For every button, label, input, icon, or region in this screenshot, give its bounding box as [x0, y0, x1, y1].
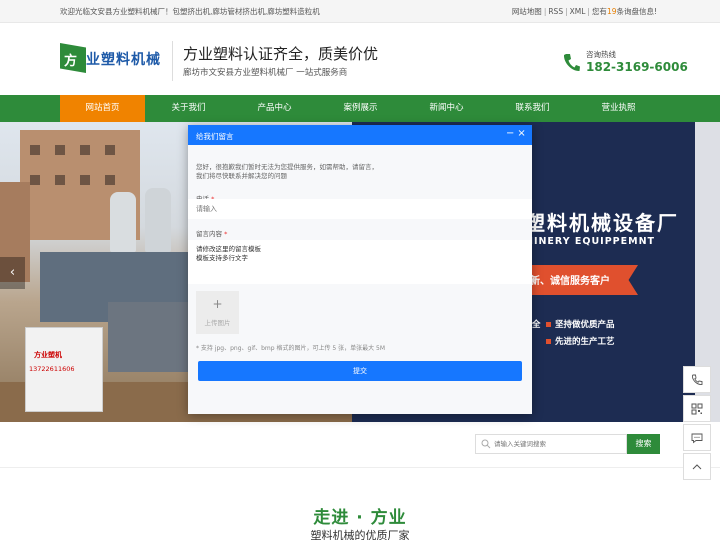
- dialog-header: 给我们留言 −×: [188, 125, 532, 145]
- cabinet-tel: 13722611606: [29, 365, 75, 373]
- logo[interactable]: 方 业塑料机械: [60, 43, 160, 73]
- banner-title: 塑料机械设备厂: [525, 211, 679, 235]
- nav-item-contact[interactable]: 联系我们: [490, 95, 575, 122]
- dialog-controls: −×: [506, 128, 529, 139]
- search-bar: 搜索: [0, 422, 720, 468]
- rss-link[interactable]: RSS: [548, 7, 563, 16]
- upload-image-button[interactable]: + 上传图片: [196, 291, 239, 334]
- minimize-button[interactable]: −: [506, 128, 517, 139]
- search-button[interactable]: 搜索: [627, 434, 660, 454]
- banner-feature-1: 坚持做优质产品: [546, 318, 615, 330]
- main-nav: 网站首页 关于我们 产品中心 案例展示 新闻中心 联系我们 营业执照: [0, 95, 720, 122]
- side-top-button[interactable]: [683, 453, 711, 480]
- banner-cabinet: 方业塑机 13722611606: [25, 327, 103, 412]
- banner-en-title: HINERY EQUIPPEMNT: [525, 236, 656, 247]
- top-bar: 欢迎光临文安县方业塑料机械厂！包塑挤出机,廊坊管材挤出机,廊坊塑料造粒机 网站地…: [0, 0, 720, 23]
- nav-item-home[interactable]: 网站首页: [60, 95, 145, 122]
- banner-hopper: [145, 188, 171, 252]
- message-label: 留言内容 *: [196, 230, 228, 238]
- logo-mark-text: 方: [64, 54, 78, 69]
- upload-hint: * 支持 jpg、png、gif、bmp 格式的图片，可上传 5 张，单张最大 …: [196, 345, 386, 352]
- welcome-text: 欢迎光临文安县方业塑料机械厂！包塑挤出机,廊坊管材挤出机,廊坊塑料造粒机: [60, 7, 320, 16]
- logo-name: 业塑料机械: [86, 52, 161, 68]
- plus-icon: +: [212, 297, 223, 311]
- qrcode-icon: [691, 403, 703, 414]
- banner-hopper: [110, 192, 136, 252]
- inquiry-suffix: 条询盘信息!: [616, 7, 657, 16]
- header: 方 业塑料机械 方业塑料认证齐全，质美价优 廊坊市文安县方业塑料机械厂 一站式服…: [0, 23, 720, 95]
- banner-feature-partial: 全: [532, 320, 541, 330]
- chat-icon: [691, 433, 703, 443]
- phone-field[interactable]: [188, 199, 532, 219]
- intro-line-2: 我们将尽快联系并解决您的问题: [196, 172, 287, 180]
- phone-icon: [692, 374, 703, 385]
- hotline-icon: [563, 54, 580, 72]
- message-field[interactable]: 请修改这里的留言模板 模板支持多行文字: [188, 240, 532, 284]
- search-icon: [481, 439, 491, 449]
- nav-item-news[interactable]: 新闻中心: [404, 95, 489, 122]
- side-toolbar: [683, 366, 711, 482]
- banner-prev-arrow[interactable]: ‹: [0, 257, 25, 289]
- top-links: 网站地图 | RSS | XML | 您有19条询盘信息!: [511, 7, 657, 16]
- slogan: 方业塑料认证齐全，质美价优: [183, 45, 379, 63]
- message-dialog: 给我们留言 −× 您好，很抱歉我们暂时无法为您提供服务，如需帮助，请留言， 我们…: [188, 125, 532, 414]
- section-subtitle: 塑料机械的优质厂家: [310, 529, 410, 540]
- section-title: 走进 · 方业: [313, 508, 407, 528]
- nav-item-about[interactable]: 关于我们: [146, 95, 231, 122]
- nav-item-cases[interactable]: 案例展示: [318, 95, 403, 122]
- hotline-label: 咨询热线: [586, 50, 616, 59]
- cabinet-brand: 方业塑机: [34, 351, 62, 359]
- search-input[interactable]: [475, 434, 627, 454]
- intro-line-1: 您好，很抱歉我们暂时无法为您提供服务，如需帮助，请留言，: [196, 163, 378, 171]
- upload-label: 上传图片: [204, 319, 231, 327]
- hotline-number: 182-3169-6006: [586, 60, 688, 74]
- sitemap-link[interactable]: 网站地图: [512, 7, 542, 16]
- banner-feature-2: 先进的生产工艺: [546, 335, 615, 347]
- submit-button[interactable]: 提交: [198, 361, 522, 381]
- dialog-intro: 您好，很抱歉我们暂时无法为您提供服务，如需帮助，请留言， 我们将尽快联系并解决您…: [196, 163, 496, 181]
- banner-extruder: [108, 302, 188, 372]
- nav-item-license[interactable]: 营业执照: [576, 95, 661, 122]
- nav-item-products[interactable]: 产品中心: [232, 95, 317, 122]
- dialog-title: 给我们留言: [196, 132, 234, 141]
- close-button[interactable]: ×: [517, 128, 528, 139]
- subslogan: 廊坊市文安县方业塑料机械厂 一站式服务商: [183, 68, 348, 78]
- side-chat-button[interactable]: [683, 424, 711, 451]
- side-qrcode-button[interactable]: [683, 395, 711, 422]
- xml-link[interactable]: XML: [570, 7, 586, 16]
- back-to-top-icon: [692, 463, 702, 469]
- banner-ribbon-text: 新、诚信服务客户: [530, 276, 610, 287]
- side-phone-button[interactable]: [683, 366, 711, 393]
- inquiry-prefix: 您有: [591, 7, 607, 16]
- header-divider: [172, 41, 173, 81]
